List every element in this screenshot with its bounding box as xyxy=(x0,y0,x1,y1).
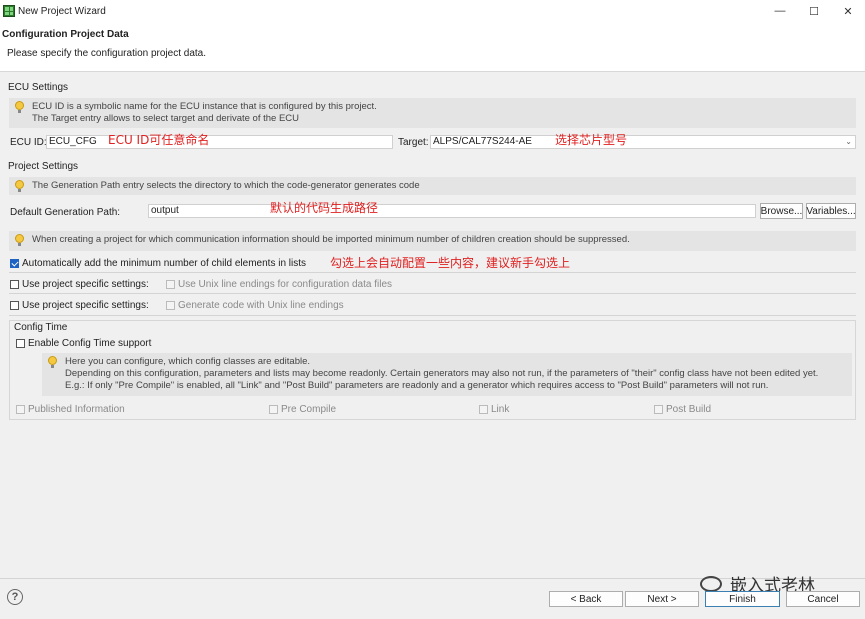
unix-gen-label: Generate code with Unix line endings xyxy=(178,300,344,311)
config-time-label: Config Time xyxy=(14,322,68,333)
unix-gen-checkbox xyxy=(166,301,175,310)
config-time-hint-box: Here you can configure, which config cla… xyxy=(42,353,852,396)
ecu-settings-label: ECU Settings xyxy=(8,82,69,93)
specific-settings-label-1: Use project specific settings: xyxy=(22,279,149,290)
finish-button[interactable]: Finish xyxy=(705,591,780,607)
ecu-id-annotation: ECU ID可任意命名 xyxy=(108,133,210,147)
config-time-hint-line3: E.g.: If only "Pre Compile" is enabled, … xyxy=(65,380,769,391)
chevron-down-icon: ⌄ xyxy=(845,137,852,146)
auto-add-annotation: 勾选上会自动配置一些内容，建议新手勾选上 xyxy=(330,256,571,270)
auto-add-label: Automatically add the minimum number of … xyxy=(22,258,307,269)
page-description: Please specify the configuration project… xyxy=(7,48,207,59)
auto-add-checkbox[interactable] xyxy=(10,259,19,268)
config-time-hint-line1: Here you can configure, which config cla… xyxy=(65,356,311,367)
divider xyxy=(9,315,856,316)
target-select[interactable]: ALPS/CAL77S244-AE ⌄ xyxy=(430,135,856,149)
auto-add-checkbox-row[interactable]: Automatically add the minimum number of … xyxy=(10,258,306,269)
lightbulb-icon xyxy=(15,234,24,246)
wizard-header: Configuration Project Data Please specif… xyxy=(0,22,865,72)
generation-path-label: Default Generation Path: xyxy=(10,207,121,218)
divider xyxy=(9,293,856,294)
page-title: Configuration Project Data xyxy=(2,29,129,40)
close-button[interactable]: ✕ xyxy=(831,0,865,22)
published-info-label: Published Information xyxy=(28,404,125,415)
divider xyxy=(9,272,856,273)
enable-config-time-checkbox[interactable] xyxy=(16,339,25,348)
post-build-checkbox xyxy=(654,405,663,414)
maximize-button[interactable]: ☐ xyxy=(797,0,831,22)
wizard-content: ECU Settings ECU ID is a symbolic name f… xyxy=(0,73,865,578)
pre-compile-checkbox xyxy=(269,405,278,414)
specific-settings-row-1[interactable]: Use project specific settings: xyxy=(10,279,149,290)
cancel-button[interactable]: Cancel xyxy=(786,591,860,607)
post-build-row: Post Build xyxy=(654,404,711,415)
minimum-children-hint-box: When creating a project for which commun… xyxy=(9,231,856,251)
minimum-children-hint-text: When creating a project for which commun… xyxy=(32,234,630,245)
config-time-hint-line2: Depending on this configuration, paramet… xyxy=(65,368,819,379)
generation-hint-text: The Generation Path entry selects the di… xyxy=(32,180,420,191)
ecu-hint-line2: The Target entry allows to select target… xyxy=(32,113,300,124)
link-label: Link xyxy=(491,404,510,415)
enable-config-time-label: Enable Config Time support xyxy=(28,338,152,349)
title-bar: New Project Wizard — ☐ ✕ xyxy=(0,0,865,22)
window-title: New Project Wizard xyxy=(18,5,106,17)
target-annotation: 选择芯片型号 xyxy=(555,133,628,147)
unix-config-row: Use Unix line endings for configuration … xyxy=(166,279,392,290)
enable-config-time-row[interactable]: Enable Config Time support xyxy=(16,338,151,349)
ecu-id-label: ECU ID: xyxy=(10,137,47,148)
help-icon[interactable]: ? xyxy=(7,589,23,605)
target-label: Target: xyxy=(398,137,429,148)
browse-button[interactable]: Browse... xyxy=(760,203,803,219)
published-info-row: Published Information xyxy=(16,404,125,415)
specific-settings-checkbox-1[interactable] xyxy=(10,280,19,289)
lightbulb-icon xyxy=(15,101,24,113)
ecu-hint-line1: ECU ID is a symbolic name for the ECU in… xyxy=(32,101,377,112)
app-icon xyxy=(3,5,15,17)
ecu-id-input[interactable]: ECU_CFG xyxy=(46,135,393,149)
lightbulb-icon xyxy=(15,180,24,192)
lightbulb-icon xyxy=(48,356,57,368)
unix-gen-row: Generate code with Unix line endings xyxy=(166,300,344,311)
specific-settings-row-2[interactable]: Use project specific settings: xyxy=(10,300,149,311)
pre-compile-row: Pre Compile xyxy=(269,404,336,415)
wechat-icon xyxy=(700,575,722,592)
specific-settings-checkbox-2[interactable] xyxy=(10,301,19,310)
variables-button[interactable]: Variables... xyxy=(806,203,856,219)
target-value: ALPS/CAL77S244-AE xyxy=(433,136,532,147)
ecu-hint-box: ECU ID is a symbolic name for the ECU in… xyxy=(9,98,856,128)
unix-config-label: Use Unix line endings for configuration … xyxy=(178,279,393,290)
window-controls: — ☐ ✕ xyxy=(763,0,865,22)
next-button[interactable]: Next > xyxy=(625,591,699,607)
back-button[interactable]: < Back xyxy=(549,591,623,607)
project-settings-label: Project Settings xyxy=(8,161,79,172)
minimize-button[interactable]: — xyxy=(763,0,797,22)
specific-settings-label-2: Use project specific settings: xyxy=(22,300,149,311)
link-row: Link xyxy=(479,404,509,415)
link-checkbox xyxy=(479,405,488,414)
generation-path-input[interactable]: output xyxy=(148,204,756,218)
pre-compile-label: Pre Compile xyxy=(281,404,337,415)
published-info-checkbox xyxy=(16,405,25,414)
post-build-label: Post Build xyxy=(666,404,712,415)
generation-hint-box: The Generation Path entry selects the di… xyxy=(9,177,856,195)
wizard-footer: ? 嵌入式老林 < Back Next > Finish Cancel xyxy=(0,575,865,619)
generation-path-annotation: 默认的代码生成路径 xyxy=(270,201,379,215)
unix-config-checkbox xyxy=(166,280,175,289)
